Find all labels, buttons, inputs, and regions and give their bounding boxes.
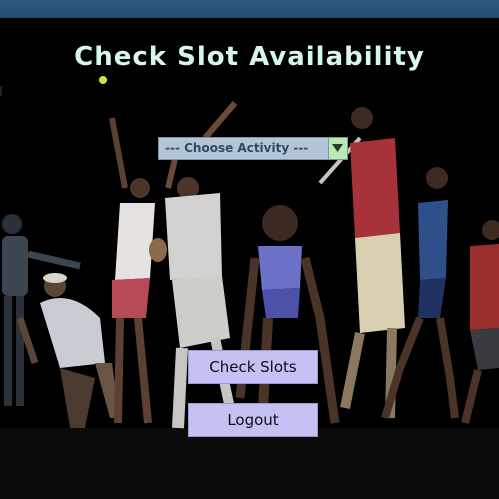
check-slots-button[interactable]: Check Slots xyxy=(188,350,318,384)
page-title: Check Slot Availability xyxy=(74,42,425,72)
window-edge-marker xyxy=(0,86,2,96)
window-titlebar[interactable] xyxy=(0,0,499,18)
app-window: Check Slot Availability --- Choose Activ… xyxy=(0,18,499,499)
activity-select[interactable]: --- Choose Activity --- xyxy=(158,137,348,160)
activity-select-value: --- Choose Activity --- xyxy=(165,141,309,155)
logout-button[interactable]: Logout xyxy=(188,403,318,437)
triangle-down-icon xyxy=(332,144,343,152)
activity-select-dropdown-button[interactable] xyxy=(328,138,347,159)
